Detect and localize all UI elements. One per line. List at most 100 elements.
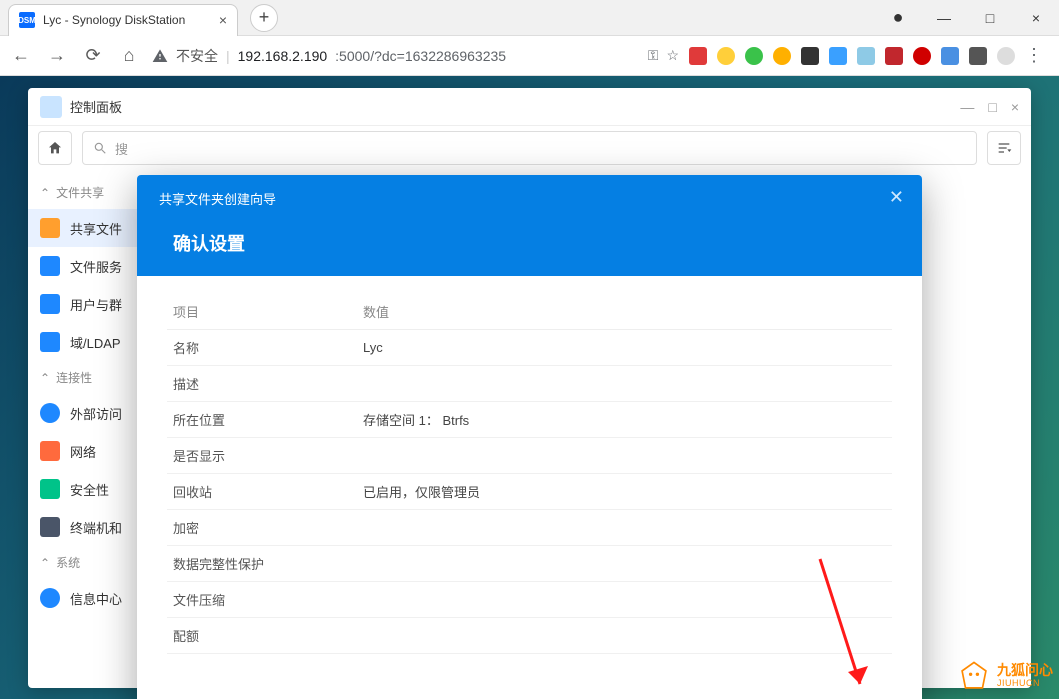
- table-row: 所在位置存储空间 1： Btrfs: [167, 402, 892, 438]
- sidebar-item-info-center[interactable]: 信息中心: [28, 579, 138, 617]
- cp-search-placeholder: 搜: [115, 139, 128, 158]
- dialog-body: 项目 数值 名称Lyc 描述 所在位置存储空间 1： Btrfs 是否显示 回收…: [137, 276, 922, 691]
- sidebar-item-users-groups[interactable]: 用户与群: [28, 285, 138, 323]
- external-access-icon: [40, 403, 60, 423]
- extension-icon[interactable]: [689, 47, 707, 65]
- forward-button[interactable]: →: [44, 43, 70, 69]
- settings-table: 项目 数值 名称Lyc 描述 所在位置存储空间 1： Btrfs 是否显示 回收…: [167, 294, 892, 654]
- dialog-footer: 上一步 下一步: [137, 691, 922, 699]
- window-close-button[interactable]: ×: [1013, 3, 1059, 33]
- sidebar-group-connectivity[interactable]: ⌃连接性: [28, 361, 138, 394]
- back-button[interactable]: ←: [8, 43, 34, 69]
- browser-account-icon[interactable]: ●: [875, 3, 921, 33]
- address-bar: ← → ⟳ ⌂ 不安全 | 192.168.2.190:5000/?dc=163…: [0, 36, 1059, 76]
- window-minimize-button[interactable]: —: [921, 3, 967, 33]
- sidebar-item-shared-folder[interactable]: 共享文件: [28, 209, 138, 247]
- sidebar-group-system[interactable]: ⌃系统: [28, 546, 138, 579]
- sidebar-item-external-access[interactable]: 外部访问: [28, 394, 138, 432]
- cp-home-button[interactable]: [38, 131, 72, 165]
- sidebar-item-security[interactable]: 安全性: [28, 470, 138, 508]
- row-value: [357, 510, 892, 546]
- row-key: 加密: [167, 510, 357, 546]
- cp-close-button[interactable]: ×: [1011, 99, 1019, 115]
- extension-icon[interactable]: [773, 47, 791, 65]
- row-value: [357, 438, 892, 474]
- sidebar-group-file-share[interactable]: ⌃文件共享: [28, 176, 138, 209]
- watermark-text-cn: 九狐问心: [997, 663, 1053, 678]
- info-icon: [40, 588, 60, 608]
- users-icon: [40, 294, 60, 314]
- reload-button[interactable]: ⟳: [80, 43, 106, 69]
- sidebar-item-terminal[interactable]: 终端机和: [28, 508, 138, 546]
- url-host: 192.168.2.190: [238, 48, 328, 64]
- extension-icon[interactable]: [829, 47, 847, 65]
- control-panel-icon: [40, 96, 62, 118]
- watermark-text-en: JIUHUCN: [997, 679, 1053, 689]
- insecure-warning-icon: [152, 48, 168, 64]
- watermark-logo-icon: [957, 659, 991, 693]
- bookmark-star-icon[interactable]: ☆: [666, 47, 679, 64]
- url-box[interactable]: 不安全 | 192.168.2.190:5000/?dc=16322869632…: [152, 46, 679, 66]
- dialog-close-button[interactable]: ✕: [889, 187, 904, 208]
- row-value: 存储空间 1： Btrfs: [357, 402, 892, 438]
- cp-sidebar: ⌃文件共享 共享文件 文件服务 用户与群 域/LDAP ⌃连接性 外部访问 网络…: [28, 170, 138, 623]
- new-tab-button[interactable]: +: [250, 4, 278, 32]
- table-row: 是否显示: [167, 438, 892, 474]
- cp-search-input[interactable]: 搜: [82, 131, 977, 165]
- browser-tab[interactable]: DSM Lyc - Synology DiskStation ×: [8, 4, 238, 36]
- extension-icon[interactable]: [913, 47, 931, 65]
- sidebar-item-domain-ldap[interactable]: 域/LDAP: [28, 323, 138, 361]
- row-key: 数据完整性保护: [167, 546, 357, 582]
- row-value: [357, 582, 892, 618]
- dialog-header: 共享文件夹创建向导 确认设置 ✕: [137, 175, 922, 276]
- close-tab-button[interactable]: ×: [219, 12, 227, 28]
- url-path: :5000/?dc=1632286963235: [335, 48, 506, 64]
- sidebar-item-file-services[interactable]: 文件服务: [28, 247, 138, 285]
- sort-icon: [996, 140, 1012, 156]
- row-key: 描述: [167, 366, 357, 402]
- cp-sort-button[interactable]: [987, 131, 1021, 165]
- extension-icon[interactable]: [717, 47, 735, 65]
- row-key: 配额: [167, 618, 357, 654]
- table-row: 名称Lyc: [167, 330, 892, 366]
- tab-title: Lyc - Synology DiskStation: [43, 13, 211, 27]
- home-button[interactable]: ⌂: [116, 43, 142, 69]
- row-value: [357, 618, 892, 654]
- table-row: 描述: [167, 366, 892, 402]
- key-icon[interactable]: ⚿: [648, 47, 659, 64]
- row-value: [357, 366, 892, 402]
- shared-folder-wizard-dialog: 共享文件夹创建向导 确认设置 ✕ 项目 数值 名称Lyc 描述 所在位置存储空间…: [137, 175, 922, 699]
- extension-icons: ⋮: [689, 45, 1051, 66]
- control-panel-toolbar: 搜: [28, 126, 1031, 170]
- extension-icon[interactable]: [745, 47, 763, 65]
- row-value: [357, 546, 892, 582]
- extension-icon[interactable]: [885, 47, 903, 65]
- shield-icon: [40, 479, 60, 499]
- row-value: 已启用，仅限管理员: [357, 474, 892, 510]
- table-row: 数据完整性保护: [167, 546, 892, 582]
- extensions-puzzle-icon[interactable]: [969, 47, 987, 65]
- dialog-heading: 确认设置: [159, 230, 900, 276]
- dialog-wizard-title: 共享文件夹创建向导: [159, 189, 900, 208]
- cp-maximize-button[interactable]: □: [988, 99, 996, 115]
- window-maximize-button[interactable]: □: [967, 3, 1013, 33]
- row-key: 名称: [167, 330, 357, 366]
- sidebar-item-network[interactable]: 网络: [28, 432, 138, 470]
- table-row: 回收站已启用，仅限管理员: [167, 474, 892, 510]
- profile-avatar-icon[interactable]: [997, 47, 1015, 65]
- window-controls: ● — □ ×: [875, 3, 1059, 33]
- home-icon: [47, 140, 63, 156]
- col-header-value: 数值: [357, 294, 892, 330]
- ldap-icon: [40, 332, 60, 352]
- browser-menu-icon[interactable]: ⋮: [1025, 45, 1043, 66]
- col-header-item: 项目: [167, 294, 357, 330]
- table-row: 加密: [167, 510, 892, 546]
- row-key: 文件压缩: [167, 582, 357, 618]
- row-key: 回收站: [167, 474, 357, 510]
- extension-icon[interactable]: [801, 47, 819, 65]
- extension-icon[interactable]: [857, 47, 875, 65]
- search-icon: [93, 141, 107, 155]
- control-panel-title: 控制面板: [70, 97, 122, 116]
- cp-minimize-button[interactable]: —: [960, 99, 974, 115]
- extension-icon[interactable]: [941, 47, 959, 65]
